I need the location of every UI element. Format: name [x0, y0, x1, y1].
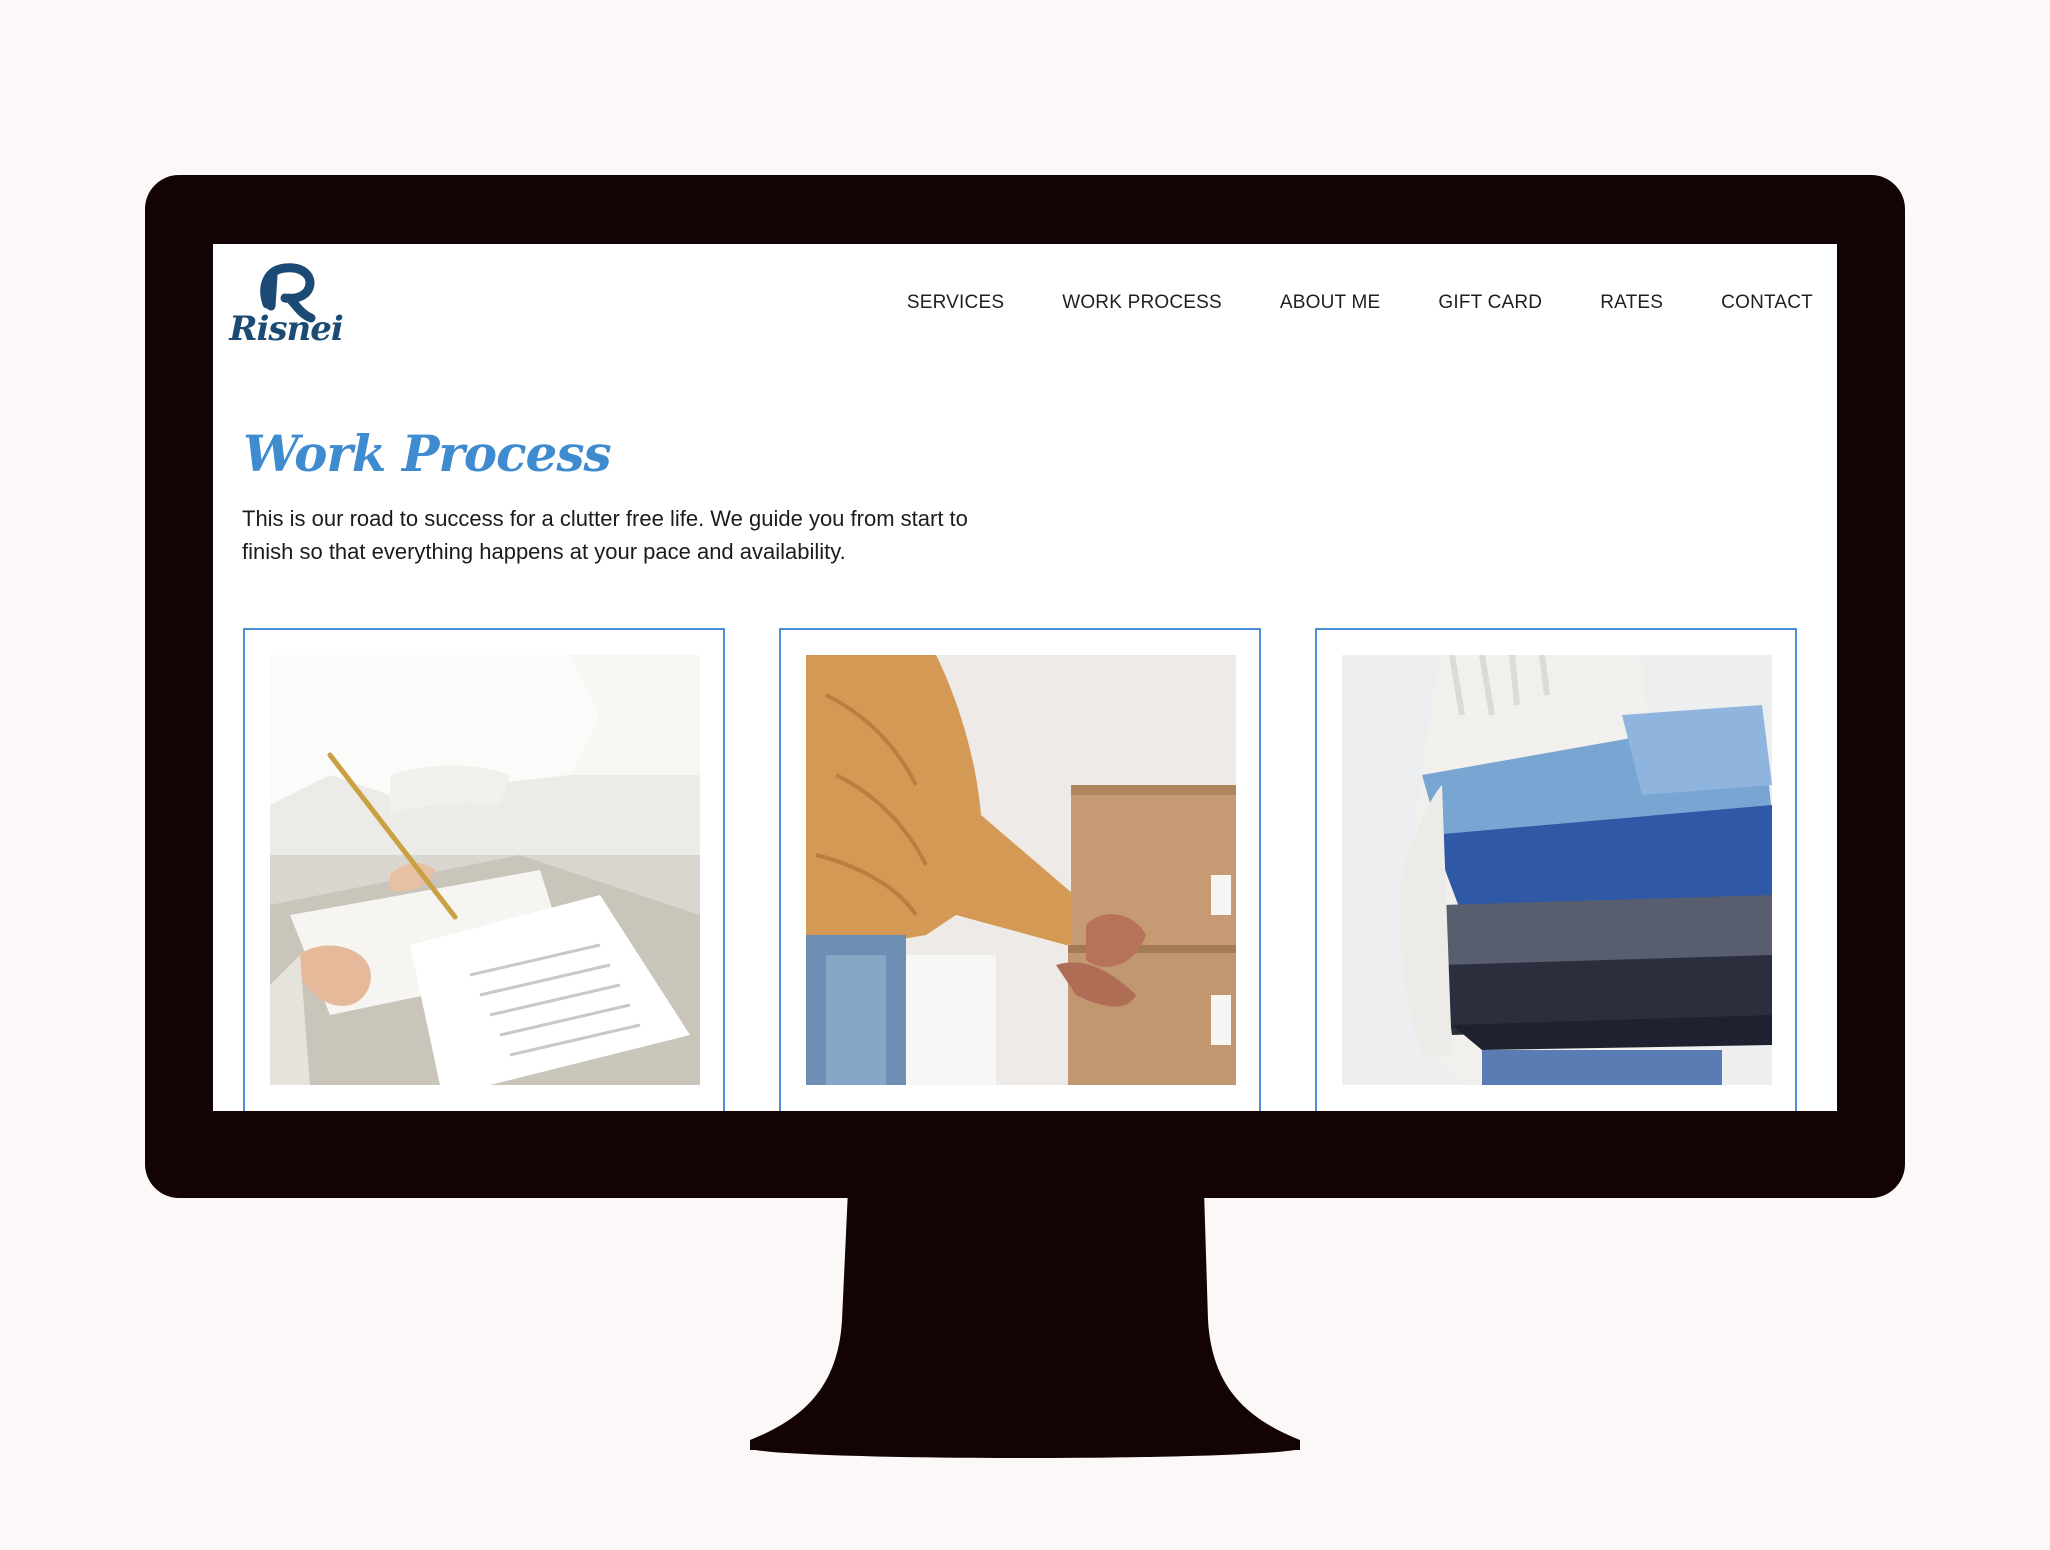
card-photo-folded-jeans [1342, 655, 1772, 1085]
process-card-3[interactable] [1315, 628, 1797, 1111]
intro-line-2: finish so that everything happens at you… [242, 539, 846, 564]
logo-wordmark: Risnei [229, 309, 344, 349]
process-card-1[interactable] [243, 628, 725, 1111]
card-photo-writing [270, 655, 700, 1085]
intro-line-1: This is our road to success for a clutte… [242, 506, 968, 531]
page-title: Work Process [243, 424, 612, 483]
intro-text: This is our road to success for a clutte… [242, 502, 1042, 568]
process-card-2[interactable] [779, 628, 1261, 1111]
nav-item-contact[interactable]: CONTACT [1721, 292, 1813, 314]
card-photo-boxes [806, 655, 1236, 1085]
nav-item-about-me[interactable]: ABOUT ME [1280, 292, 1381, 314]
nav-item-gift-card[interactable]: GIFT CARD [1438, 292, 1542, 314]
brand-logo[interactable]: Risnei [227, 256, 345, 352]
nav-item-work-process[interactable]: WORK PROCESS [1062, 292, 1222, 314]
website-screen: Risnei SERVICES WORK PROCESS ABOUT ME GI… [213, 244, 1837, 1111]
main-nav: SERVICES WORK PROCESS ABOUT ME GIFT CARD… [907, 292, 1813, 314]
nav-item-services[interactable]: SERVICES [907, 292, 1004, 314]
nav-item-rates[interactable]: RATES [1600, 292, 1663, 314]
